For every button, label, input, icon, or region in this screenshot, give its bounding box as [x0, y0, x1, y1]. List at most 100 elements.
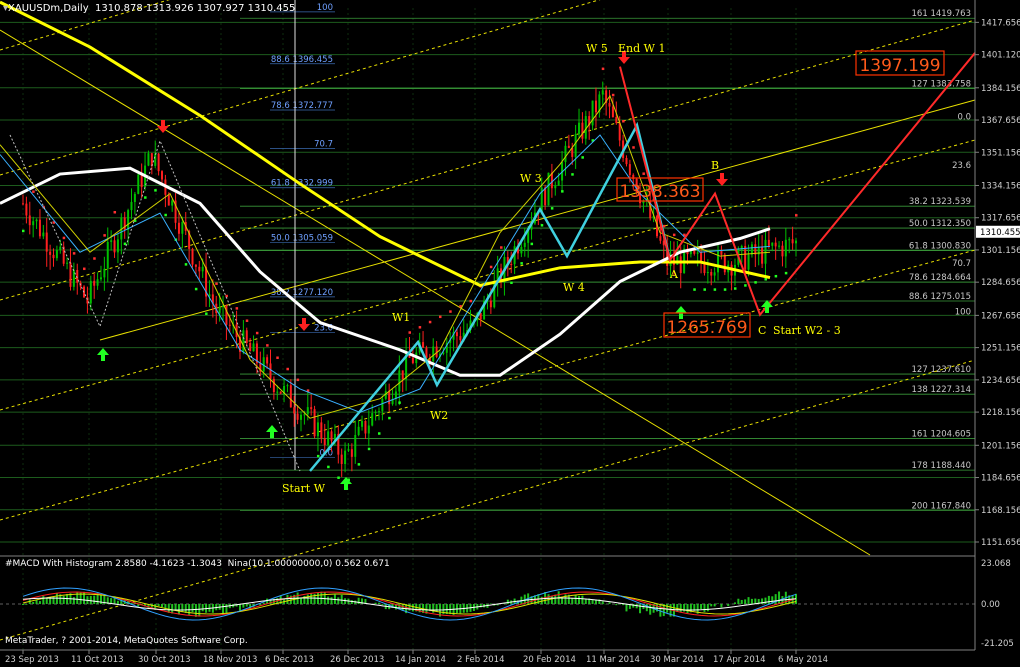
candle-body	[581, 122, 584, 139]
candle-body	[99, 277, 102, 280]
candle-body	[52, 254, 55, 259]
candle-body	[778, 245, 781, 247]
macd-histogram-bar	[764, 597, 767, 604]
macd-histogram-bar	[177, 604, 180, 615]
macd-histogram-bar	[198, 604, 201, 617]
candle-body	[293, 407, 296, 414]
macd-histogram-bar	[737, 598, 740, 604]
parabolic-dot	[774, 274, 778, 278]
fib-label-right: 138 1227.314	[912, 385, 971, 395]
macd-histogram-bar	[32, 602, 35, 604]
candle-body	[167, 194, 170, 206]
candle-body	[191, 248, 194, 265]
candle-body	[554, 185, 557, 189]
wave-label: End W 1	[618, 42, 665, 55]
wave-label: W 5	[586, 42, 608, 55]
macd-histogram-bar	[55, 593, 58, 604]
candle-body	[28, 215, 31, 226]
macd-histogram-bar	[262, 602, 265, 604]
price-tick-label: 1334.156	[981, 181, 1020, 191]
macd-histogram-bar	[571, 597, 574, 604]
candle-body	[659, 236, 662, 241]
candle-body	[398, 370, 401, 392]
candle-body	[110, 240, 113, 242]
parabolic-dot	[550, 207, 554, 210]
parabolic-dot	[337, 476, 340, 479]
wave-label: W1	[392, 311, 410, 324]
candle-body	[59, 246, 62, 251]
macd-histogram-bar	[581, 595, 584, 604]
candle-body	[96, 279, 99, 286]
candle-body	[45, 232, 48, 252]
fib-label-right: 50.0 1312.350	[909, 219, 971, 229]
parabolic-dot	[316, 454, 320, 458]
candle-body	[249, 342, 252, 352]
parabolic-dot	[642, 172, 645, 175]
parabolic-dot	[428, 320, 432, 324]
parabolic-dot	[754, 281, 757, 284]
candle-body	[194, 264, 197, 267]
macd-histogram-bar	[62, 595, 65, 604]
parabolic-dot	[784, 271, 788, 275]
parabolic-dot	[357, 463, 361, 466]
candle-body	[32, 221, 35, 226]
candle-body	[747, 254, 750, 270]
candle-body	[310, 407, 313, 410]
macd-histogram-bar	[649, 604, 652, 615]
wave-label: Start W2 - 3	[773, 324, 841, 337]
fib-label-right: 161 1419.763	[912, 9, 971, 19]
macd-histogram-bar	[408, 604, 411, 611]
macd-histogram-bar	[710, 604, 713, 607]
macd-histogram-bar	[608, 602, 611, 604]
macd-histogram-bar	[686, 604, 689, 614]
candle-body	[720, 250, 723, 255]
macd-histogram-bar	[245, 604, 248, 607]
candle-body	[767, 239, 770, 246]
candle-body	[133, 193, 136, 202]
symbol-title: XAUUSDm,Daily	[8, 3, 89, 14]
macd-histogram-bar	[625, 604, 628, 612]
price-box-label: 1265.769	[666, 318, 747, 338]
candle-body	[611, 106, 614, 118]
macd-histogram-bar	[306, 594, 309, 604]
macd-histogram-bar	[700, 604, 703, 610]
parabolic-dot	[327, 465, 330, 469]
macd-histogram-bar	[703, 604, 706, 612]
price-tick-label: 1367.656	[981, 116, 1020, 126]
macd-histogram-bar	[778, 591, 781, 604]
wave-label: C	[758, 324, 766, 337]
candle-body	[252, 343, 255, 352]
macd-histogram-bar	[49, 598, 52, 604]
candle-body	[591, 100, 594, 126]
parabolic-dot	[103, 234, 106, 237]
fib-label-right: 200 1167.840	[912, 501, 971, 511]
macd-histogram-bar	[22, 604, 24, 606]
candle-body	[69, 262, 72, 287]
candle-body	[784, 239, 787, 257]
parabolic-dot	[194, 287, 198, 291]
fib-label-right: 38.2 1323.539	[909, 197, 971, 207]
wave-label: W 3	[520, 172, 542, 185]
price-tick-label: 1251.156	[981, 344, 1020, 354]
candle-body	[228, 324, 231, 326]
candle-body	[744, 245, 747, 270]
fib-label-right: 178 1188.440	[912, 461, 971, 471]
candle-body	[25, 203, 28, 216]
candle-body	[354, 434, 357, 457]
parabolic-dot	[449, 310, 452, 313]
candle-body	[364, 420, 367, 434]
candle-body	[177, 222, 180, 234]
fib-label-right: 127 1383.758	[912, 80, 971, 90]
candle-body	[279, 391, 282, 394]
fib-label-right: 78.6 1284.664	[909, 273, 971, 283]
macd-histogram-bar	[727, 604, 730, 607]
candle-body	[578, 122, 581, 135]
candle-body	[350, 449, 353, 457]
candle-body	[411, 357, 414, 364]
price-tick-label: 1151.656	[981, 538, 1020, 548]
candle-body	[567, 145, 570, 148]
parabolic-dot	[601, 67, 605, 71]
candle-body	[272, 378, 275, 393]
macd-histogram-bar	[591, 599, 594, 604]
macd-histogram-bar	[242, 604, 245, 608]
